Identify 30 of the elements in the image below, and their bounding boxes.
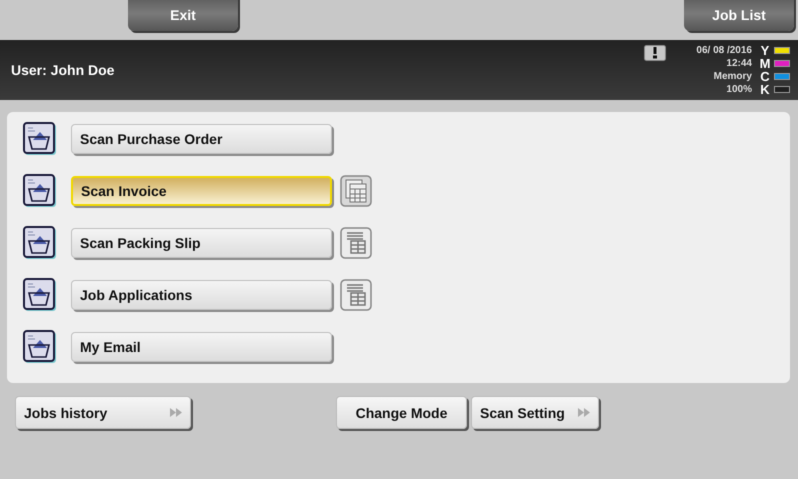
scan-tray-icon[interactable] bbox=[23, 122, 57, 156]
toner-label: K bbox=[759, 83, 771, 96]
program-button[interactable]: Scan Packing Slip bbox=[71, 228, 332, 258]
change-mode-button[interactable]: Change Mode bbox=[336, 396, 467, 429]
exit-button[interactable]: Exit bbox=[128, 0, 238, 31]
time-text: 12:44 bbox=[726, 57, 752, 70]
jobs-history-button[interactable]: Jobs history bbox=[15, 396, 191, 429]
program-button[interactable]: Job Applications bbox=[71, 280, 332, 310]
toner-label: C bbox=[759, 70, 771, 83]
scan-tray-icon[interactable] bbox=[23, 174, 57, 208]
scan-tray-icon[interactable] bbox=[23, 278, 57, 312]
list-icon[interactable] bbox=[340, 175, 372, 207]
warning-icon[interactable] bbox=[644, 45, 666, 61]
scan-tray-icon[interactable] bbox=[23, 330, 57, 364]
forward-icon bbox=[578, 408, 590, 417]
toner-label: M bbox=[758, 57, 772, 70]
user-name: User: John Doe bbox=[11, 62, 114, 78]
list-icon[interactable] bbox=[340, 227, 372, 259]
job-list-button[interactable]: Job List bbox=[684, 0, 794, 31]
program-button[interactable]: My Email bbox=[71, 332, 332, 362]
memory-label: Memory bbox=[714, 70, 752, 83]
forward-icon bbox=[170, 408, 182, 417]
date-text: 06/ 08 /2016 bbox=[696, 44, 752, 57]
toner-label: Y bbox=[760, 44, 770, 57]
list-icon[interactable] bbox=[340, 279, 372, 311]
memory-value: 100% bbox=[726, 83, 752, 96]
program-button[interactable]: Scan Invoice bbox=[71, 176, 332, 206]
scan-tray-icon[interactable] bbox=[23, 226, 57, 260]
program-button[interactable]: Scan Purchase Order bbox=[71, 124, 332, 154]
scan-setting-button[interactable]: Scan Setting bbox=[471, 396, 599, 429]
